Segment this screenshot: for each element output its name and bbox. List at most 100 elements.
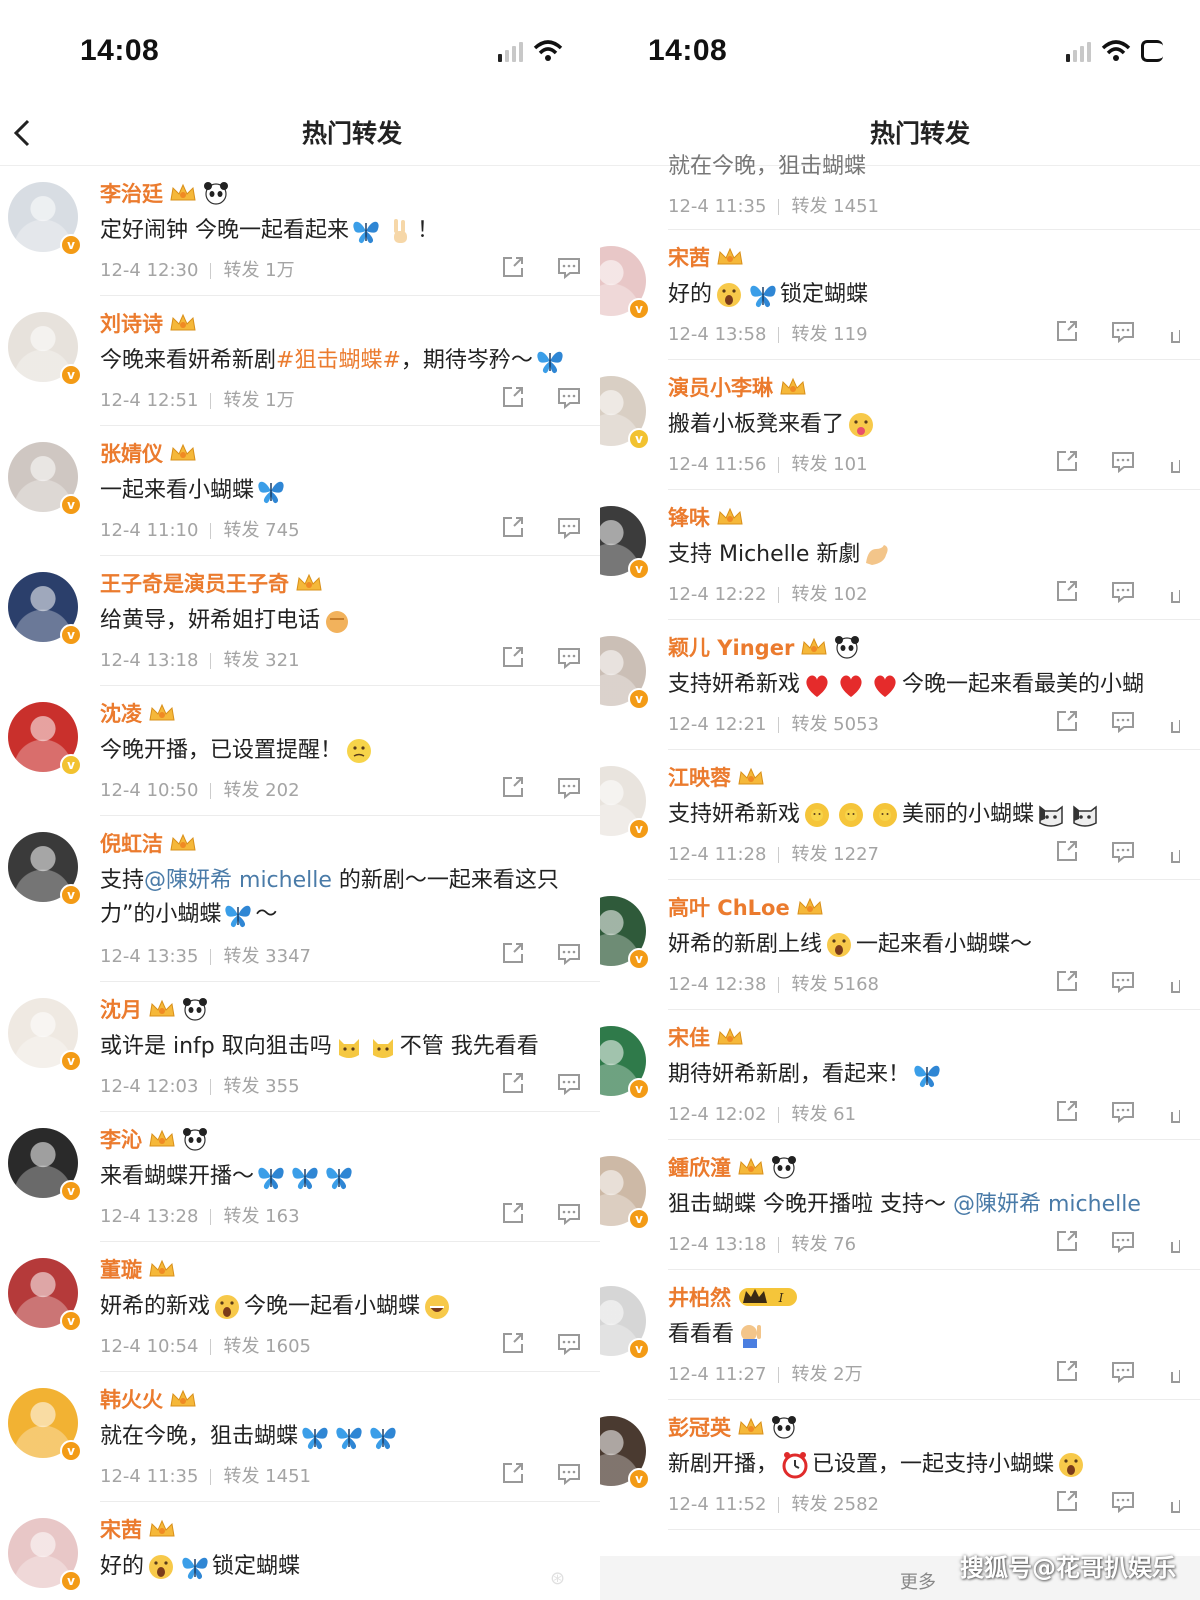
user-name[interactable]: 沈凌	[100, 698, 142, 728]
repost-item[interactable]: v 刘诗诗 今晚来看妍希新剧#狙击蝴蝶#，期待岑矜～ 12-4 12:51 转发 1万	[0, 296, 600, 426]
avatar[interactable]: v	[600, 1286, 650, 1360]
user-name[interactable]: 倪虹洁	[100, 828, 163, 858]
like-icon[interactable]	[1170, 1362, 1181, 1384]
share-icon[interactable]	[1054, 708, 1080, 734]
avatar[interactable]: v	[600, 506, 650, 580]
like-icon[interactable]	[1170, 1102, 1181, 1124]
share-icon[interactable]	[1054, 838, 1080, 864]
avatar[interactable]: v	[8, 998, 82, 1072]
user-name[interactable]: 颖儿 Yinger	[668, 632, 794, 662]
share-icon[interactable]	[500, 940, 526, 966]
repost-item[interactable]: v 王子奇是演员王子奇 给黄导，妍希姐打电话 12-4 13:18 转发 321	[0, 556, 600, 686]
user-name[interactable]: 宋茜	[100, 1514, 142, 1544]
user-name[interactable]: 李治廷	[100, 178, 163, 208]
repost-item[interactable]: v 沈月 或许是 infp 取向狙击吗 不管 我先看看 12-4 12:03 转发 355	[0, 982, 600, 1112]
repost-item[interactable]: v 沈凌 今晚开播，已设置提醒！ 12-4 10:50 转发 202	[0, 686, 600, 816]
avatar[interactable]: v	[8, 832, 82, 906]
avatar[interactable]: v	[600, 1156, 650, 1230]
repost-item[interactable]: v 宋茜 好的 锁定蝴蝶	[0, 1502, 600, 1600]
like-icon[interactable]	[1170, 1492, 1181, 1514]
user-name[interactable]: 锋味	[668, 502, 710, 532]
comment-icon[interactable]	[556, 644, 582, 670]
user-name[interactable]: 张婧仪	[100, 438, 163, 468]
comment-icon[interactable]	[556, 384, 582, 410]
share-icon[interactable]	[500, 384, 526, 410]
repost-item[interactable]: v 李治廷 定好闹钟 今晚一起看起来！ 12-4 12:30 转发 1万	[0, 166, 600, 296]
user-name[interactable]: 王子奇是演员王子奇	[100, 568, 289, 598]
back-icon[interactable]	[8, 118, 38, 148]
avatar[interactable]: v	[600, 1416, 650, 1490]
like-icon[interactable]	[1170, 842, 1181, 864]
comment-icon[interactable]	[1110, 838, 1136, 864]
avatar[interactable]: v	[600, 766, 650, 840]
user-name[interactable]: 彭冠英	[668, 1412, 731, 1442]
share-icon[interactable]	[1054, 448, 1080, 474]
avatar[interactable]: v	[8, 572, 82, 646]
share-icon[interactable]	[500, 644, 526, 670]
comment-icon[interactable]	[1110, 1358, 1136, 1384]
mention-link[interactable]: @陳妍希 michelle	[144, 868, 332, 893]
repost-item[interactable]: v 彭冠英 新剧开播， 已设置，一起支持小蝴蝶 12-4 11:52 转发 2582	[600, 1400, 1200, 1530]
avatar[interactable]: v	[600, 376, 650, 450]
avatar[interactable]: v	[600, 1026, 650, 1100]
like-icon[interactable]	[1170, 452, 1181, 474]
mention-link[interactable]: @陳妍希 michelle	[953, 1192, 1141, 1217]
repost-item[interactable]: v 宋佳 期待妍希新剧，看起来！ 12-4 12:02 转发 61	[600, 1010, 1200, 1140]
avatar[interactable]: v	[8, 1258, 82, 1332]
like-icon[interactable]	[1170, 712, 1181, 734]
avatar[interactable]: v	[8, 702, 82, 776]
repost-item[interactable]: v 倪虹洁 支持@陳妍希 michelle 的新剧～一起来看这只 力”的小蝴蝶～ 12-…	[0, 816, 600, 982]
repost-item[interactable]: v 高叶 ChLoe 妍希的新剧上线 一起来看小蝴蝶～ 12-4 12:38 转发 516…	[600, 880, 1200, 1010]
avatar[interactable]: v	[600, 246, 650, 320]
comment-icon[interactable]	[1110, 1488, 1136, 1514]
user-name[interactable]: 演员小李琳	[668, 372, 773, 402]
user-name[interactable]: 高叶 ChLoe	[668, 892, 790, 922]
comment-icon[interactable]	[556, 774, 582, 800]
comment-icon[interactable]	[556, 940, 582, 966]
user-name[interactable]: 沈月	[100, 994, 142, 1024]
comment-icon[interactable]	[1110, 708, 1136, 734]
hashtag-link[interactable]: #狙击蝴蝶#	[276, 348, 401, 373]
share-icon[interactable]	[500, 1070, 526, 1096]
repost-item[interactable]: v 张婧仪 一起来看小蝴蝶 12-4 11:10 转发 745	[0, 426, 600, 556]
avatar[interactable]: v	[8, 1128, 82, 1202]
comment-icon[interactable]	[556, 514, 582, 540]
comment-icon[interactable]	[1110, 578, 1136, 604]
user-name[interactable]: 井柏然	[668, 1282, 731, 1312]
user-name[interactable]: 刘诗诗	[100, 308, 163, 338]
avatar[interactable]: v	[8, 1388, 82, 1462]
share-icon[interactable]	[1054, 578, 1080, 604]
comment-icon[interactable]	[1110, 968, 1136, 994]
share-icon[interactable]	[1054, 1488, 1080, 1514]
like-icon[interactable]	[1170, 322, 1181, 344]
avatar[interactable]: v	[8, 442, 82, 516]
share-icon[interactable]	[1054, 968, 1080, 994]
share-icon[interactable]	[500, 1200, 526, 1226]
user-name[interactable]: 宋茜	[668, 242, 710, 272]
like-icon[interactable]	[1170, 972, 1181, 994]
avatar[interactable]: v	[8, 1518, 82, 1592]
comment-icon[interactable]	[556, 254, 582, 280]
comment-icon[interactable]	[1110, 1228, 1136, 1254]
share-icon[interactable]	[1054, 1228, 1080, 1254]
repost-item[interactable]: v 韩火火 就在今晚，狙击蝴蝶 12-4 11:35 转发 1451	[0, 1372, 600, 1502]
repost-item[interactable]: v 颖儿 Yinger 支持妍希新戏 今晚一起来看最美的小蝴 12-4 12:21 转发 …	[600, 620, 1200, 750]
share-icon[interactable]	[500, 774, 526, 800]
avatar[interactable]: v	[8, 312, 82, 386]
comment-icon[interactable]	[556, 1460, 582, 1486]
repost-item[interactable]: v 江映蓉 支持妍希新戏 美丽的小蝴蝶 12-4 11:28 转发 1227	[600, 750, 1200, 880]
comment-icon[interactable]	[1110, 1098, 1136, 1124]
repost-item[interactable]: v 董璇 妍希的新戏 今晚一起看小蝴蝶 12-4 10:54 转发 1605	[0, 1242, 600, 1372]
comment-icon[interactable]	[556, 1330, 582, 1356]
repost-item[interactable]: v 演员小李琳 搬着小板凳来看了 12-4 11:56 转发 101	[600, 360, 1200, 490]
repost-item[interactable]: v 李沁 来看蝴蝶开播～ 12-4 13:28 转发 163	[0, 1112, 600, 1242]
user-name[interactable]: 江映蓉	[668, 762, 731, 792]
like-icon[interactable]	[1170, 1232, 1181, 1254]
like-icon[interactable]	[1170, 582, 1181, 604]
share-icon[interactable]	[500, 254, 526, 280]
share-icon[interactable]	[1054, 1358, 1080, 1384]
avatar[interactable]: v	[8, 182, 82, 256]
comment-icon[interactable]	[556, 1200, 582, 1226]
user-name[interactable]: 鍾欣潼	[668, 1152, 731, 1182]
avatar[interactable]: v	[600, 636, 650, 710]
